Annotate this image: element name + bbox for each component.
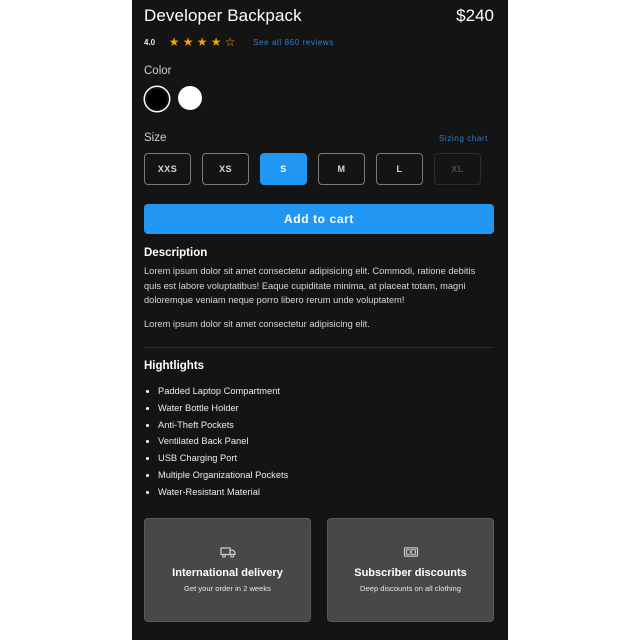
size-option-xs[interactable]: XS	[202, 153, 249, 185]
feature-card-discounts: Subscriber discounts Deep discounts on a…	[327, 518, 494, 622]
feature-cards: International delivery Get your order in…	[144, 518, 494, 622]
add-to-cart-button[interactable]: Add to cart	[144, 204, 494, 234]
description-paragraph: Lorem ipsum dolor sit amet consectetur a…	[144, 319, 370, 330]
highlight-item: Multiple Organizational Pockets	[158, 467, 288, 484]
feature-card-title: Subscriber discounts	[354, 567, 467, 579]
product-title: Developer Backpack	[144, 6, 302, 25]
rating-value: 4.0	[144, 37, 156, 47]
product-price: $240	[456, 6, 494, 25]
size-label: Size	[144, 132, 167, 144]
description-paragraph: Lorem ipsum dolor sit amet consectetur a…	[144, 266, 476, 306]
feature-card-subtitle: Deep discounts on all clothing	[360, 584, 461, 593]
highlight-item: Padded Laptop Compartment	[158, 383, 288, 400]
section-divider	[144, 347, 494, 348]
size-option-xl: XL	[434, 153, 481, 185]
star-empty-icon: ☆	[224, 35, 236, 49]
feature-card-subtitle: Get your order in 2 weeks	[184, 584, 271, 593]
size-option-l[interactable]: L	[376, 153, 423, 185]
highlight-item: Water Bottle Holder	[158, 400, 288, 417]
highlight-item: Anti-Theft Pockets	[158, 417, 288, 434]
color-swatch-white[interactable]	[178, 86, 202, 110]
color-swatch-black[interactable]	[145, 87, 169, 111]
highlight-item: Water-Resistant Material	[158, 484, 288, 501]
feature-card-delivery: International delivery Get your order in…	[144, 518, 311, 622]
highlight-item: Ventilated Back Panel	[158, 433, 288, 450]
product-panel: Developer Backpack $240 4.0 ★ ★ ★ ★ ☆ Se…	[132, 0, 508, 640]
size-options: XXS XS S M L XL	[144, 153, 481, 185]
title-row: Developer Backpack $240	[144, 6, 494, 26]
star-rating: ★ ★ ★ ★ ☆	[168, 36, 236, 48]
truck-icon	[219, 547, 236, 558]
highlight-item: USB Charging Port	[158, 450, 288, 467]
highlights-heading: Hightlights	[144, 360, 205, 372]
color-label: Color	[144, 65, 172, 77]
color-swatches	[144, 86, 202, 112]
size-option-xxs[interactable]: XXS	[144, 153, 191, 185]
size-option-s[interactable]: S	[260, 153, 307, 185]
description-heading: Description	[144, 247, 208, 259]
feature-card-title: International delivery	[172, 567, 283, 579]
star-filled-icon: ★	[182, 35, 194, 49]
see-all-reviews-link[interactable]: See all 860 reviews	[253, 38, 334, 47]
star-filled-icon: ★	[168, 35, 180, 49]
rating-row: 4.0 ★ ★ ★ ★ ☆ See all 860 reviews	[144, 34, 334, 50]
star-filled-icon: ★	[196, 35, 208, 49]
size-option-m[interactable]: M	[318, 153, 365, 185]
star-filled-icon: ★	[210, 35, 222, 49]
cash-icon	[403, 547, 418, 557]
sizing-chart-link[interactable]: Sizing chart	[439, 134, 488, 143]
highlights-list: Padded Laptop Compartment Water Bottle H…	[144, 383, 288, 501]
